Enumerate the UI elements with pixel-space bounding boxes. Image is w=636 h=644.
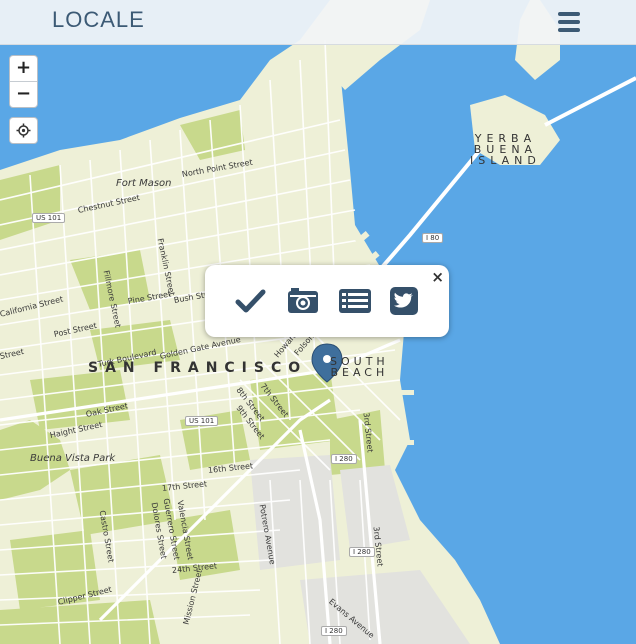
zoom-out-button[interactable]: −	[10, 82, 37, 107]
list-icon	[339, 289, 371, 313]
south-beach-label: SOUTH BEACH	[330, 355, 389, 379]
zoom-control: + −	[9, 55, 38, 108]
highway-shield: US 101	[32, 213, 66, 223]
crosshair-icon	[16, 123, 31, 138]
locate-button[interactable]	[9, 117, 38, 144]
highway-shield: I 280	[349, 547, 375, 557]
yerba-buena-label: YERBA BUENA ISLAND	[470, 132, 541, 167]
close-icon[interactable]: ×	[431, 268, 444, 286]
highway-shield: US 101	[185, 416, 219, 426]
check-button[interactable]	[234, 285, 268, 317]
camera-icon	[288, 288, 318, 313]
fort-mason-label: Fort Mason	[116, 178, 172, 189]
twitter-icon	[390, 287, 418, 315]
check-icon	[235, 289, 266, 313]
hamburger-menu-icon[interactable]	[558, 12, 580, 32]
highway-shield: I 280	[321, 626, 347, 636]
app-brand[interactable]: LOCALE	[52, 7, 145, 33]
zoom-in-button[interactable]: +	[10, 56, 37, 81]
top-bar: LOCALE	[0, 0, 636, 45]
highway-shield: I 80	[422, 233, 444, 243]
twitter-button[interactable]	[388, 285, 422, 317]
action-popup: ×	[205, 265, 449, 337]
buena-vista-label: Buena Vista Park	[30, 453, 116, 464]
highway-shield: I 280	[331, 454, 357, 464]
camera-button[interactable]	[286, 285, 320, 317]
list-button[interactable]	[338, 285, 372, 317]
